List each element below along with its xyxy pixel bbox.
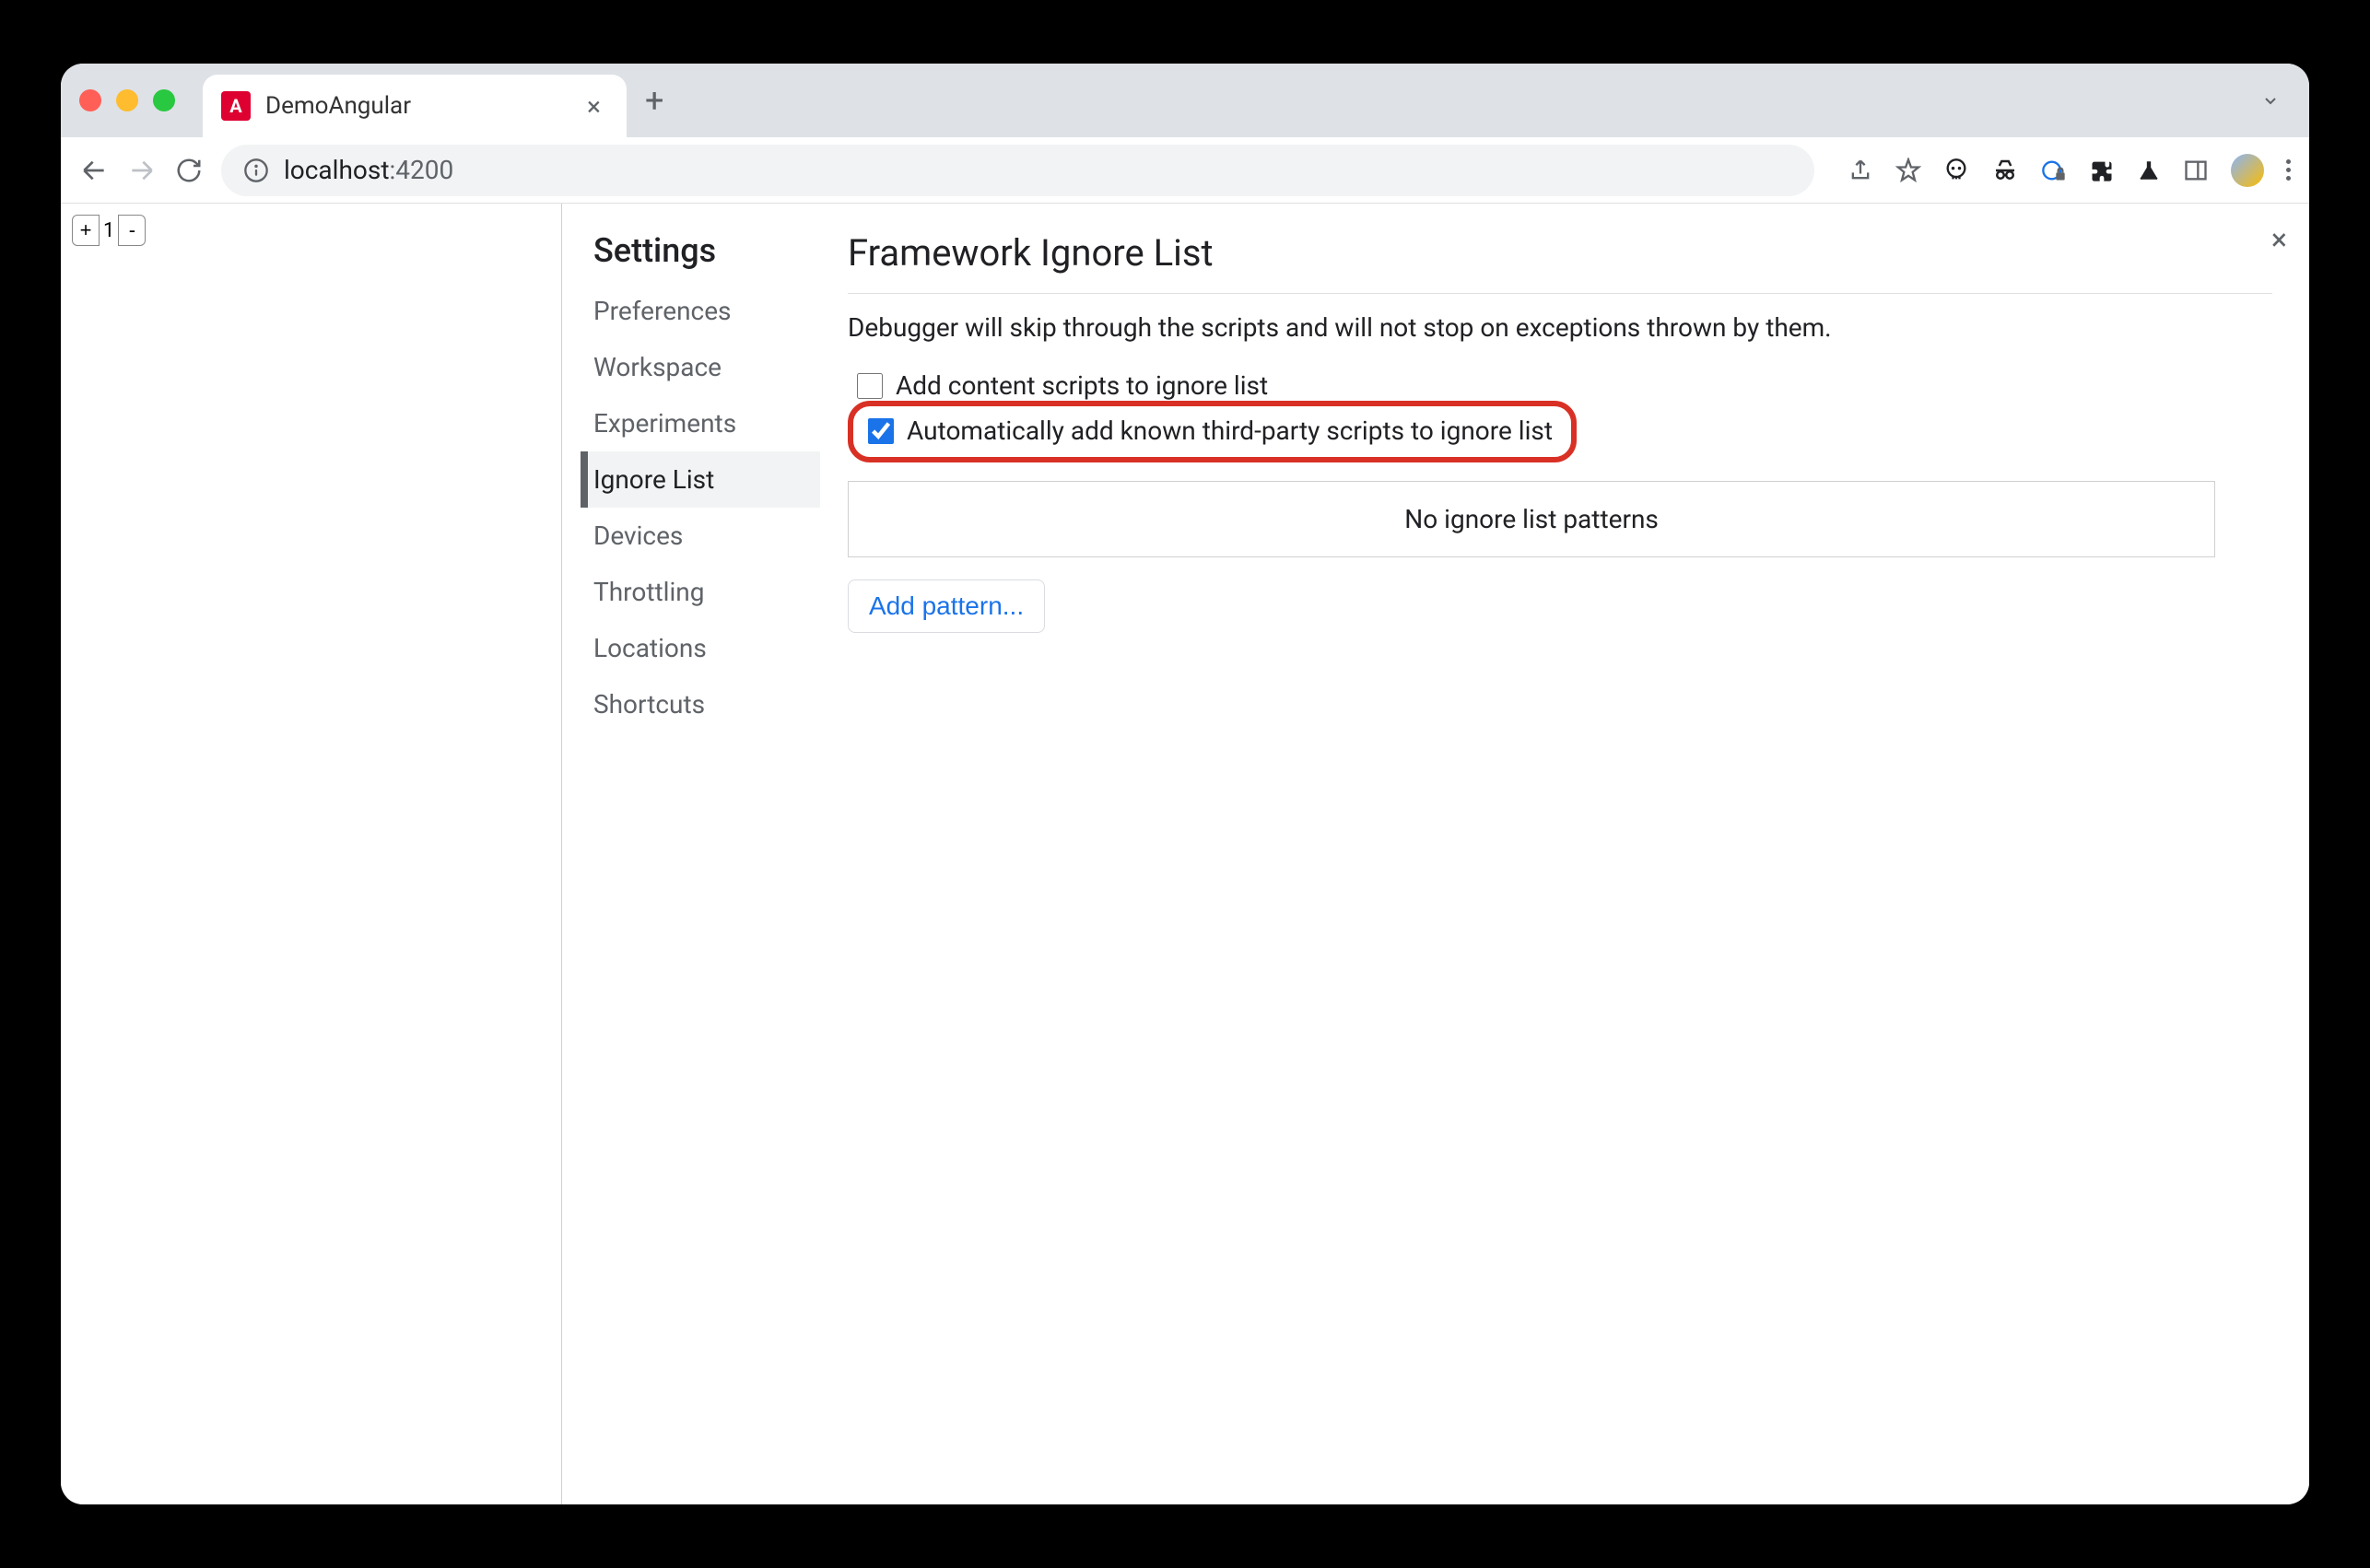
browser-toolbar: localhost:4200 — [61, 137, 2309, 204]
share-icon — [1848, 158, 1873, 183]
counter-widget: + 1 - — [72, 215, 146, 246]
chevron-down-icon — [2259, 89, 2282, 111]
counter-value: 1 — [100, 219, 118, 242]
tab-search-button[interactable] — [2250, 89, 2291, 111]
new-tab-button[interactable]: + — [627, 81, 682, 120]
nav-ignore-list[interactable]: Ignore List — [581, 451, 820, 508]
highlighted-setting: Automatically add known third-party scri… — [848, 401, 1577, 462]
content-area: + 1 - × Settings Preferences Workspace E… — [61, 204, 2309, 1504]
tab-strip: A DemoAngular × + — [61, 64, 2309, 137]
tab-title: DemoAngular — [265, 92, 565, 120]
extensions-button[interactable] — [2089, 158, 2115, 183]
url-text: localhost:4200 — [284, 155, 453, 185]
nav-shortcuts[interactable]: Shortcuts — [581, 676, 820, 732]
nav-experiments[interactable]: Experiments — [581, 395, 820, 451]
third-party-checkbox[interactable] — [868, 418, 894, 444]
decrement-button[interactable]: - — [118, 215, 146, 246]
nav-preferences[interactable]: Preferences — [581, 283, 820, 339]
browser-window: A DemoAngular × + localhost:4200 — [61, 64, 2309, 1504]
back-button[interactable] — [79, 156, 109, 185]
third-party-label: Automatically add known third-party scri… — [907, 415, 1553, 446]
profile-avatar[interactable] — [2231, 154, 2264, 187]
panel-title: Framework Ignore List — [848, 231, 2272, 294]
content-scripts-checkbox[interactable] — [857, 373, 883, 399]
settings-sidebar: Settings Preferences Workspace Experimen… — [562, 204, 820, 1504]
globe-lock-icon — [2041, 158, 2067, 183]
star-icon — [1895, 158, 1921, 183]
nav-workspace[interactable]: Workspace — [581, 339, 820, 395]
skull-icon — [1943, 158, 1969, 183]
nav-throttling[interactable]: Throttling — [581, 564, 820, 620]
browser-tab[interactable]: A DemoAngular × — [203, 75, 627, 137]
forward-button[interactable] — [127, 156, 157, 185]
angular-favicon: A — [221, 91, 251, 121]
nav-locations[interactable]: Locations — [581, 620, 820, 676]
flask-icon — [2137, 158, 2161, 182]
address-bar[interactable]: localhost:4200 — [221, 145, 1814, 196]
arrow-left-icon — [79, 156, 109, 185]
close-settings-button[interactable]: × — [2271, 222, 2287, 257]
extension-icon-4[interactable] — [2137, 158, 2161, 182]
puzzle-icon — [2089, 158, 2115, 183]
arrow-right-icon — [127, 156, 157, 185]
close-tab-button[interactable]: × — [580, 91, 608, 122]
extension-icon-2[interactable] — [1991, 157, 2019, 184]
settings-panel: Framework Ignore List Debugger will skip… — [820, 204, 2309, 1504]
close-window-button[interactable] — [79, 89, 101, 111]
third-party-checkbox-row[interactable]: Automatically add known third-party scri… — [859, 410, 1562, 451]
site-info-icon[interactable] — [243, 158, 269, 183]
incognito-icon — [1991, 157, 2019, 184]
reload-icon — [175, 157, 203, 184]
browser-menu-button[interactable] — [2286, 159, 2291, 181]
side-panel-button[interactable] — [2183, 158, 2209, 183]
share-button[interactable] — [1848, 158, 1873, 183]
nav-devices[interactable]: Devices — [581, 508, 820, 564]
bookmark-button[interactable] — [1895, 158, 1921, 183]
minimize-window-button[interactable] — [116, 89, 138, 111]
add-pattern-button[interactable]: Add pattern... — [848, 579, 1045, 633]
panel-icon — [2183, 158, 2209, 183]
settings-heading: Settings — [581, 231, 820, 283]
toolbar-actions — [1848, 154, 2291, 187]
extension-icon-1[interactable] — [1943, 158, 1969, 183]
maximize-window-button[interactable] — [153, 89, 175, 111]
increment-button[interactable]: + — [72, 215, 100, 246]
reload-button[interactable] — [175, 157, 203, 184]
devtools-settings: × Settings Preferences Workspace Experim… — [562, 204, 2309, 1504]
page-viewport: + 1 - — [61, 204, 562, 1504]
ignore-patterns-list: No ignore list patterns — [848, 481, 2215, 557]
window-controls — [79, 89, 175, 111]
extension-icon-3[interactable] — [2041, 158, 2067, 183]
content-scripts-label: Add content scripts to ignore list — [896, 370, 1268, 401]
panel-description: Debugger will skip through the scripts a… — [848, 312, 2272, 343]
